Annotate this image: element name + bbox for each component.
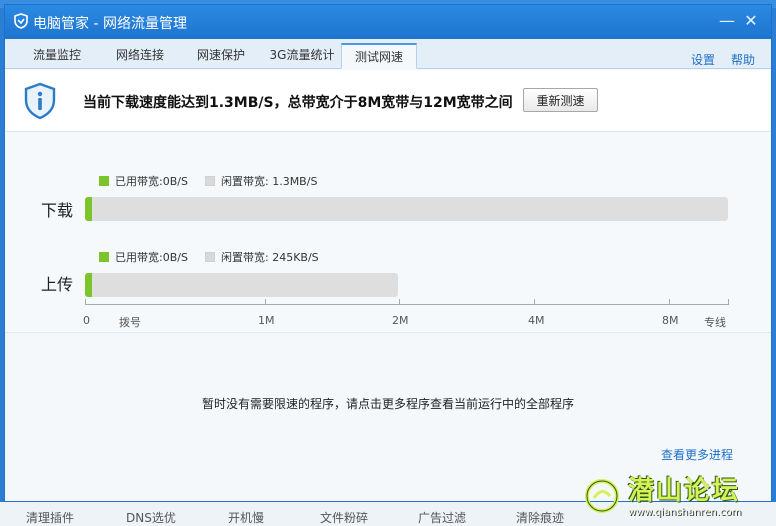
- no-limit-hint: 暂时没有需要限速的程序，请点击更多程序查看当前运行中的全部程序: [201, 397, 574, 411]
- speed-chart-area: 已用带宽:0B/S 闲置带宽: 1.3MB/S 下载 已用带宽:0B/S 闲置带…: [5, 133, 771, 333]
- axis-tick: [669, 299, 670, 304]
- settings-link[interactable]: 设置: [691, 51, 715, 68]
- bg-item: 开机慢: [228, 511, 265, 525]
- tab-network-connections[interactable]: 网络连接: [101, 43, 179, 69]
- retest-button[interactable]: 重新测速: [523, 88, 598, 112]
- forum-watermark: 潜山论坛 www.qianshanren.com: [580, 470, 776, 526]
- axis-tick-label: 8M: [662, 314, 679, 327]
- download-used-fill: [85, 197, 92, 221]
- bg-item: 文件粉碎: [320, 511, 369, 525]
- tab-speed-test[interactable]: 测试网速: [341, 43, 417, 69]
- upload-label: 上传: [41, 275, 74, 294]
- forum-logo-icon: [585, 479, 619, 513]
- axis-tick-label: 2M: [392, 314, 409, 327]
- download-used-legend: 已用带宽:0B/S: [99, 173, 188, 189]
- used-swatch: [99, 176, 109, 186]
- pc-manager-logo-icon: [14, 13, 28, 29]
- idle-swatch: [205, 252, 215, 262]
- bg-item: 清理插件: [26, 511, 75, 525]
- axis-tick-label: 4M: [528, 314, 545, 327]
- watermark-text: 潜山论坛: [628, 476, 741, 506]
- axis-tick: [399, 299, 400, 304]
- title-bar[interactable]: 电脑管家 - 网络流量管理 — ✕: [5, 5, 771, 39]
- axis-tick-label: 专线: [704, 316, 726, 329]
- view-more-processes-link[interactable]: 查看更多进程: [661, 446, 733, 463]
- bg-item: 广告过滤: [418, 511, 467, 525]
- close-button[interactable]: ✕: [741, 11, 761, 31]
- upload-used-legend: 已用带宽:0B/S: [99, 249, 188, 265]
- upload-idle-label: 闲置带宽: 245KB/S: [221, 251, 319, 264]
- speed-axis: [85, 304, 729, 305]
- minimize-button[interactable]: —: [717, 11, 737, 31]
- tab-traffic-monitor[interactable]: 流量监控: [19, 43, 95, 69]
- axis-tick-label: 0: [83, 314, 90, 327]
- shield-info-icon: [24, 82, 56, 120]
- used-swatch: [99, 252, 109, 262]
- window-title: 电脑管家 - 网络流量管理: [33, 16, 187, 32]
- bg-item: DNS选优: [126, 511, 176, 525]
- tab-bar: 流量监控 网络连接 网速保护 3G流量统计 测试网速 设置 帮助: [5, 39, 771, 69]
- axis-tick: [728, 299, 729, 304]
- tab-3g-stats[interactable]: 3G流量统计: [261, 43, 343, 69]
- axis-tick: [265, 299, 266, 304]
- download-label: 下载: [41, 201, 74, 220]
- result-banner: 当前下载速度能达到1.3MB/S，总带宽介于8M宽带与12M宽带之间 重新测速: [5, 70, 771, 132]
- axis-tick: [534, 299, 535, 304]
- upload-used-label: 已用带宽:0B/S: [115, 251, 188, 264]
- watermark-url: www.qianshanren.com: [628, 507, 742, 518]
- traffic-manager-window: 电脑管家 - 网络流量管理 — ✕ 流量监控 网络连接 网速保护 3G流量统计 …: [4, 4, 772, 502]
- download-idle-legend: 闲置带宽: 1.3MB/S: [205, 173, 317, 189]
- upload-idle-legend: 闲置带宽: 245KB/S: [205, 249, 319, 265]
- help-link[interactable]: 帮助: [731, 51, 755, 68]
- axis-tick-label: 拨号: [119, 316, 141, 329]
- idle-swatch: [205, 176, 215, 186]
- tab-speed-protection[interactable]: 网速保护: [183, 43, 259, 69]
- upload-used-fill: [85, 273, 92, 297]
- download-used-label: 已用带宽:0B/S: [115, 175, 188, 188]
- download-bar: [85, 197, 728, 221]
- download-idle-label: 闲置带宽: 1.3MB/S: [221, 175, 318, 188]
- upload-bar: [85, 273, 398, 297]
- bg-item: 清除痕迹: [516, 511, 565, 525]
- axis-tick-label: 1M: [258, 314, 275, 327]
- axis-tick: [85, 299, 86, 304]
- speed-result-message: 当前下载速度能达到1.3MB/S，总带宽介于8M宽带与12M宽带之间: [83, 95, 513, 111]
